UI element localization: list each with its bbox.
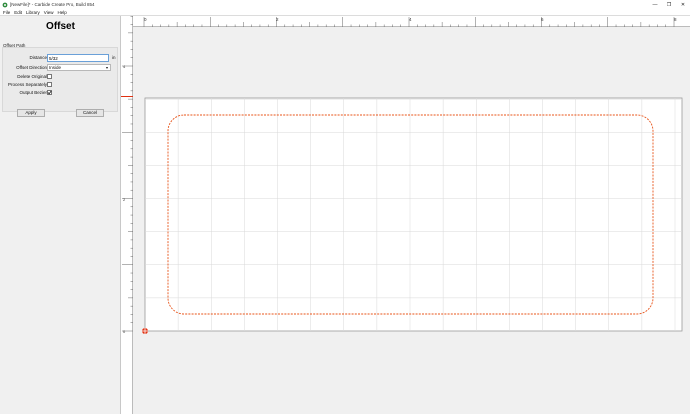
window-title: [NewFile]* - Carbide Create Pro, Build 8… [10,2,95,7]
ruler-label-4: 4 [409,17,412,22]
menu-edit[interactable]: Edit [14,10,22,15]
apply-button[interactable]: Apply [17,109,45,117]
ruler-label-0: 0 [144,17,147,22]
menu-library[interactable]: Library [26,10,40,15]
close-button[interactable]: ✕ [676,0,690,9]
distance-label: Distance [29,55,47,60]
horizontal-ruler-ticks: 0 2 4 6 8 [143,17,677,27]
vruler-label-0: 0 [123,329,126,334]
distance-input[interactable] [47,54,109,62]
vruler-label-4: 4 [123,64,126,69]
output-bezier-checkbox[interactable] [47,90,52,95]
restore-button[interactable]: ❐ [662,0,676,9]
stock-material [144,97,683,332]
offset-direction-value: Inside [49,65,62,70]
ruler-label-8: 8 [674,17,677,22]
ruler-label-6: 6 [541,17,544,22]
ruler-label-2: 2 [276,17,279,22]
process-separately-label: Process Separately [7,82,47,87]
checkmark-icon [47,90,52,95]
panel-title: Offset [46,21,75,32]
ruler-position-marker [121,96,133,97]
vertical-ruler: 4 2 0 [121,16,133,414]
horizontal-ruler: 0 2 4 6 8 [133,16,690,27]
menu-view[interactable]: View [44,10,54,15]
offset-direction-label: Offset Direction [16,65,47,70]
menu-help[interactable]: Help [57,10,66,15]
output-bezier-label: Output Bezier [19,90,47,95]
distance-unit: in [112,55,116,60]
offset-path-group: Distance in Offset Direction Inside ▾ De… [2,47,118,112]
vertical-ruler-ticks: 4 2 0 [122,16,133,334]
origin-icon [142,328,148,334]
delete-original-label: Delete Original [17,74,47,79]
minimize-button[interactable]: — [648,0,662,9]
canvas-svg [142,97,683,334]
chevron-down-icon: ▾ [105,65,108,70]
cancel-button[interactable]: Cancel [76,109,104,117]
app-icon [2,2,8,7]
process-separately-checkbox[interactable] [47,82,52,87]
menu-file[interactable]: File [3,10,10,15]
offset-panel: Offset Offset Path Distance in Offset Di… [0,16,121,414]
design-canvas[interactable] [134,27,690,414]
menu-bar: File Edit Library View Help [0,9,690,16]
title-bar: [NewFile]* - Carbide Create Pro, Build 8… [0,0,690,9]
delete-original-checkbox[interactable] [47,74,52,79]
vruler-label-2: 2 [123,197,126,202]
offset-direction-select[interactable]: Inside ▾ [47,64,111,71]
window-controls: — ❐ ✕ [648,0,690,9]
